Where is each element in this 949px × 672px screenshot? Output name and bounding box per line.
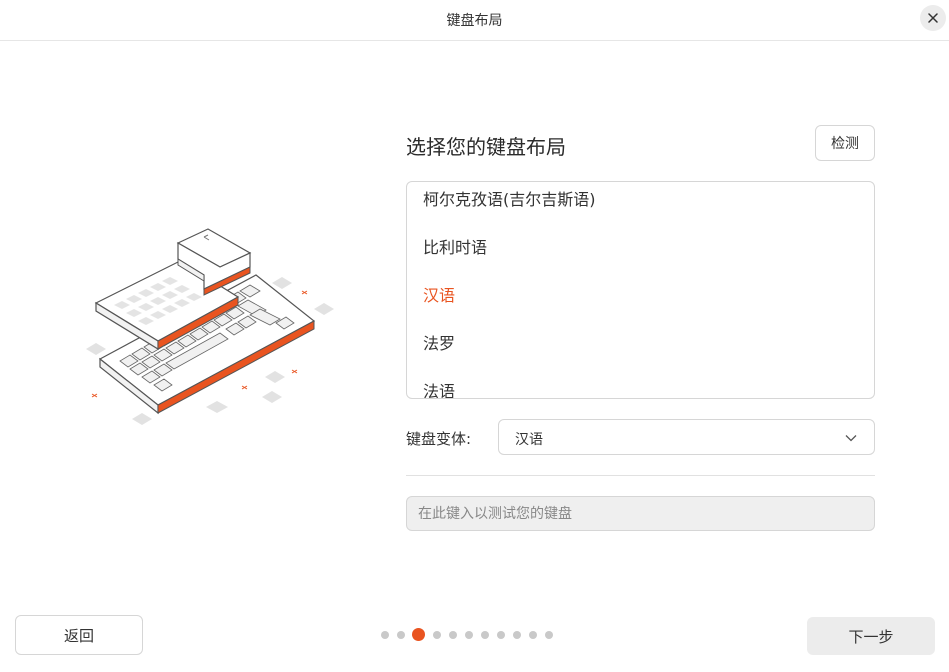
keyboard-test-input[interactable] xyxy=(406,496,875,531)
step-dot xyxy=(397,631,405,639)
keyboard-layout-list[interactable]: 柯尔克孜语(吉尔吉斯语) 比利时语 汉语 法罗 法语 xyxy=(406,181,875,399)
step-progress-indicator xyxy=(380,628,570,642)
step-dot xyxy=(433,631,441,639)
keyboard-variant-label: 键盘变体: xyxy=(406,430,472,448)
step-dot xyxy=(465,631,473,639)
step-dot-current xyxy=(412,628,425,641)
step-dot xyxy=(381,631,389,639)
title-bar: 键盘布局 xyxy=(0,0,949,41)
window-title: 键盘布局 xyxy=(446,13,503,29)
close-icon xyxy=(928,13,938,23)
close-button[interactable] xyxy=(920,5,946,31)
keyboard-illustration xyxy=(86,228,334,425)
step-dot xyxy=(529,631,537,639)
layout-item-chinese[interactable]: 汉语 xyxy=(423,282,455,306)
layout-item-french[interactable]: 法语 xyxy=(423,378,455,398)
step-dot xyxy=(481,631,489,639)
page-heading: 选择您的键盘布局 xyxy=(406,135,566,159)
next-button[interactable]: 下一步 xyxy=(807,617,935,655)
step-dot xyxy=(449,631,457,639)
back-button[interactable]: 返回 xyxy=(15,615,143,655)
layout-item-kyrgyz[interactable]: 柯尔克孜语(吉尔吉斯语) xyxy=(423,186,596,210)
layout-item-faroese[interactable]: 法罗 xyxy=(423,330,455,354)
divider xyxy=(406,475,875,476)
keyboard-variant-value: 汉语 xyxy=(515,432,543,448)
step-dot xyxy=(545,631,553,639)
detect-button[interactable]: 检测 xyxy=(815,125,875,161)
keyboard-variant-dropdown[interactable]: 汉语 xyxy=(498,419,875,455)
step-dot xyxy=(497,631,505,639)
step-dot xyxy=(513,631,521,639)
chevron-down-icon xyxy=(845,435,857,442)
layout-item-belgian[interactable]: 比利时语 xyxy=(423,234,487,258)
